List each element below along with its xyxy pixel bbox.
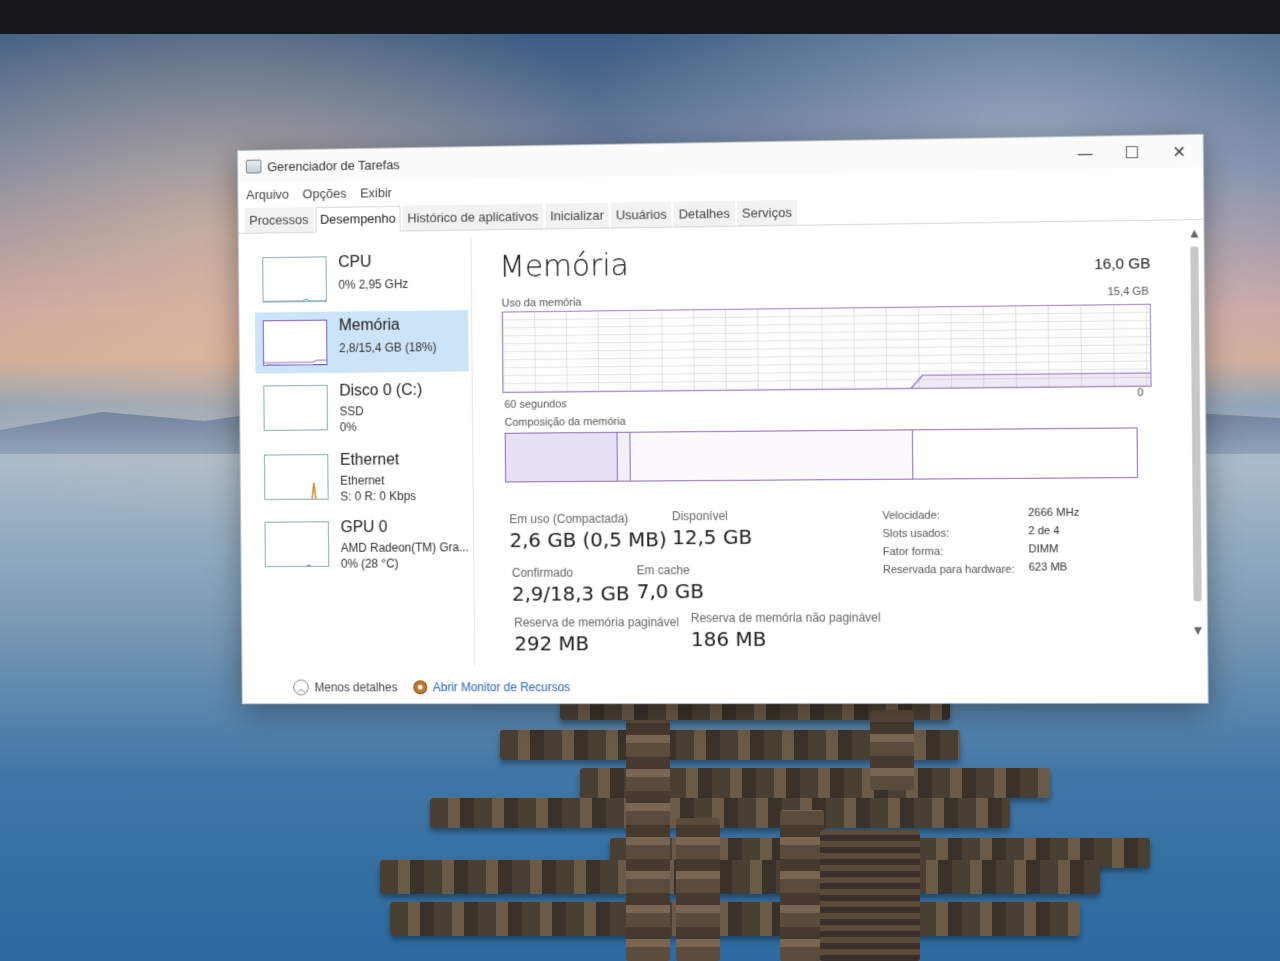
sidebar-item-detail: AMD Radeon(TM) Gra... [340, 540, 469, 555]
nonpaged-pool-label: Reserva de memória não paginável [690, 610, 881, 626]
sidebar-item-gpu[interactable]: GPU 0 AMD Radeon(TM) Gra... 0% (28 °C) [257, 513, 471, 575]
composition-label: Composição da memória [504, 415, 626, 429]
gpu-thumbnail-graph [264, 521, 330, 568]
close-button[interactable]: ✕ [1155, 135, 1202, 168]
committed-value: 2,9/18,3 GB [511, 581, 630, 606]
in-use-value: 2,6 GB (0,5 MB) [509, 527, 667, 553]
scroll-down-arrow[interactable]: ▼ [1191, 626, 1205, 637]
sidebar-item-detail: 0% 2,95 GHz [338, 277, 409, 292]
hardware-reserved-label: Reservada para hardware: [882, 563, 1015, 577]
tab-performance[interactable]: Desempenho [315, 205, 401, 233]
fewer-details-label: Menos detalhes [314, 680, 398, 695]
scroll-up-arrow[interactable]: ▲ [1187, 228, 1201, 239]
speed-label: Velocidade: [882, 509, 940, 523]
tab-processes[interactable]: Processos [244, 207, 314, 233]
nonpaged-pool-value: 186 MB [690, 626, 767, 652]
footer-bar: ︿ Menos detalhes Abrir Monitor de Recurs… [242, 670, 1207, 703]
composition-in-use [505, 432, 618, 482]
cached-label: Em cache [636, 563, 690, 578]
memory-thumbnail-graph [262, 319, 328, 366]
paged-pool-label: Reserva de memória paginável [514, 615, 679, 630]
cached-value: 7,0 GB [636, 579, 704, 604]
sidebar-item-label: Disco 0 (C:) [339, 381, 423, 400]
ethernet-thumbnail-graph [263, 454, 329, 500]
sidebar-item-detail: SSD [339, 404, 364, 419]
disk-thumbnail-graph [263, 384, 329, 431]
speed-value: 2666 MHz [1028, 506, 1080, 520]
tab-app-history[interactable]: Histórico de aplicativos [402, 203, 544, 231]
tab-services[interactable]: Serviços [736, 199, 797, 226]
sidebar-item-memory[interactable]: Memória 2,8/15,4 GB (18%) [254, 309, 469, 374]
total-memory: 16,0 GB [1094, 255, 1151, 274]
resource-monitor-icon [413, 680, 427, 695]
chevron-up-icon: ︿ [293, 679, 309, 696]
sidebar-item-disk[interactable]: Disco 0 (C:) SSD 0% [255, 376, 469, 439]
task-manager-window: Gerenciador de Tarefas — ☐ ✕ Arquivo Opç… [237, 133, 1209, 705]
fewer-details-button[interactable]: ︿ Menos detalhes [293, 679, 398, 696]
sidebar-item-label: Ethernet [339, 451, 400, 469]
paged-pool-value: 292 MB [514, 631, 590, 656]
in-use-label: Em uso (Compactada) [509, 511, 629, 527]
tab-users[interactable]: Usuários [610, 201, 672, 228]
slots-label: Slots usados: [882, 527, 950, 541]
usage-graph-max: 15,4 GB [1107, 285, 1149, 299]
window-controls: — ☐ ✕ [1062, 135, 1203, 170]
memory-panel: Memória 16,0 GB Uso da memória 15,4 GB 6… [495, 221, 1162, 674]
available-value: 12,5 GB [672, 524, 753, 550]
menu-view[interactable]: Exibir [358, 185, 394, 200]
maximize-button[interactable]: ☐ [1108, 136, 1155, 169]
resource-monitor-label: Abrir Monitor de Recursos [432, 680, 571, 695]
tab-details[interactable]: Detalhes [673, 200, 736, 227]
form-factor-label: Fator forma: [882, 545, 944, 559]
vertical-scrollbar[interactable]: ▲ ▼ [1187, 228, 1205, 664]
memory-usage-graph [501, 303, 1152, 394]
window-title: Gerenciador de Tarefas [267, 156, 400, 174]
minimize-button[interactable]: — [1062, 136, 1109, 169]
committed-label: Confirmado [511, 565, 574, 580]
available-label: Disponível [671, 508, 728, 524]
sidebar-item-detail: S: 0 R: 0 Kbps [340, 489, 417, 504]
cpu-thumbnail-graph [262, 256, 327, 303]
sidebar-item-label: CPU [338, 253, 372, 272]
sidebar-item-label: GPU 0 [340, 518, 388, 537]
task-manager-icon [245, 159, 262, 174]
tab-startup[interactable]: Inicializar [545, 202, 609, 229]
page-title: Memória [499, 248, 630, 285]
usage-graph-label: Uso da memória [501, 296, 582, 310]
usage-line [503, 305, 1152, 393]
sidebar-item-ethernet[interactable]: Ethernet Ethernet S: 0 R: 0 Kbps [256, 445, 470, 508]
time-axis-label: 60 segundos [504, 398, 567, 411]
performance-content: CPU 0% 2,95 GHz Memória 2,8/15,4 GB (18%… [239, 220, 1208, 674]
sidebar-item-detail: 0% [339, 420, 357, 435]
zero-axis-label: 0 [1137, 386, 1144, 400]
composition-modified [617, 432, 631, 481]
memory-composition-bar [504, 427, 1139, 483]
sidebar-item-label: Memória [338, 316, 400, 335]
sidebar-item-detail: Ethernet [340, 473, 385, 488]
menu-options[interactable]: Opções [301, 185, 349, 201]
wallpaper-pier [360, 690, 1180, 961]
sidebar-item-detail: 2,8/15,4 GB (18%) [338, 340, 437, 356]
sidebar-item-detail: 0% (28 °C) [340, 556, 399, 571]
slots-value: 2 de 4 [1028, 525, 1060, 538]
scroll-thumb[interactable] [1190, 246, 1202, 602]
resource-sidebar: CPU 0% 2,95 GHz Memória 2,8/15,4 GB (18%… [254, 238, 476, 666]
form-factor-value: DIMM [1028, 543, 1059, 556]
composition-free [913, 428, 1137, 479]
composition-standby [629, 430, 914, 481]
hardware-reserved-value: 623 MB [1028, 561, 1068, 574]
open-resource-monitor-link[interactable]: Abrir Monitor de Recursos [413, 680, 571, 695]
sidebar-item-cpu[interactable]: CPU 0% 2,95 GHz [254, 246, 468, 310]
menu-file[interactable]: Arquivo [244, 186, 291, 202]
